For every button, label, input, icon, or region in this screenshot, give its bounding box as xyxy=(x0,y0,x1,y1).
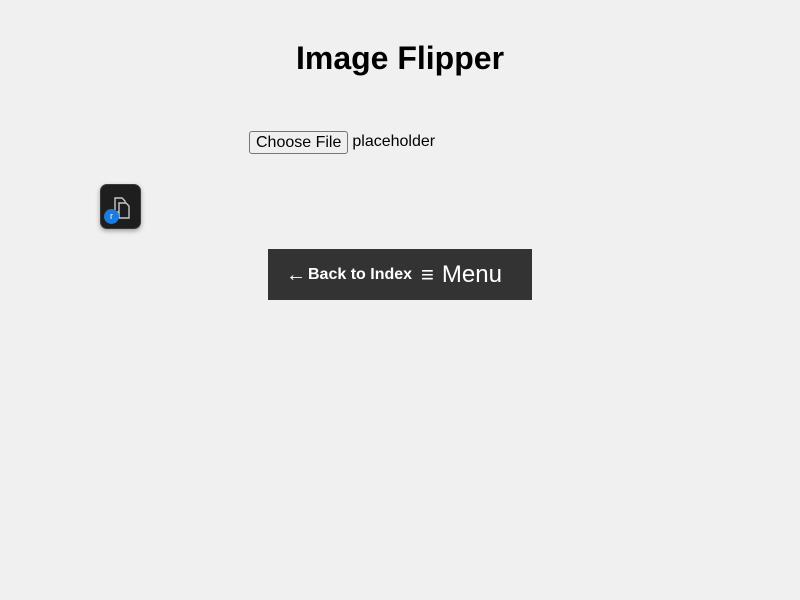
nav-bar: ← Back to Index ≡ Menu xyxy=(268,249,532,300)
app-badge: r xyxy=(104,209,119,224)
choose-file-button[interactable]: Choose File xyxy=(249,130,349,154)
copy-pages-icon xyxy=(114,197,130,219)
file-name-label: placeholder xyxy=(352,133,436,150)
menu-button[interactable]: ≡ Menu xyxy=(421,261,502,289)
back-to-index-link[interactable]: ← Back to Index xyxy=(286,265,412,285)
back-to-index-label: Back to Index xyxy=(308,265,413,283)
app-icon[interactable]: r xyxy=(100,184,141,229)
page: Image Flipper Choose File placeholder r … xyxy=(0,0,800,600)
hamburger-icon: ≡ xyxy=(421,261,434,287)
menu-label: Menu xyxy=(441,260,502,288)
file-input[interactable]: Choose File placeholder xyxy=(249,130,435,154)
page-title: Image Flipper xyxy=(295,40,505,76)
back-arrow-icon: ← xyxy=(286,263,306,286)
